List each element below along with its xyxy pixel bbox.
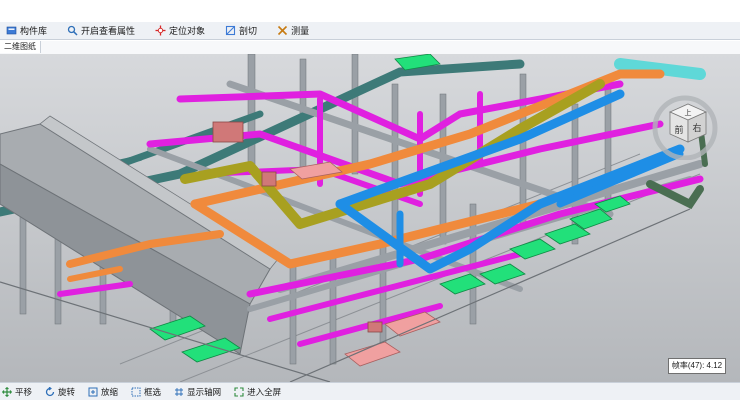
- pan-button[interactable]: 平移: [2, 386, 32, 398]
- locate-object-label: 定位对象: [169, 26, 206, 36]
- pan-label: 平移: [15, 386, 33, 397]
- rotate-icon: [45, 386, 55, 396]
- box-select-label: 框选: [144, 386, 162, 397]
- measure-label: 测量: [291, 26, 310, 36]
- top-toolbar: 构件库 开启查看属性 定位对象 剖切 测量: [0, 22, 740, 40]
- tab-2d-drawing[interactable]: 二维图纸: [0, 41, 41, 53]
- component-library-icon: [6, 26, 17, 35]
- component-library-label: 构件库: [20, 26, 48, 36]
- view-cube-top-label: 上: [685, 108, 692, 117]
- zoom-icon: [88, 387, 98, 396]
- fullscreen-button[interactable]: 进入全屏: [234, 386, 281, 398]
- tab-strip: 二维图纸: [0, 41, 740, 55]
- rotate-button[interactable]: 旋转: [45, 386, 75, 398]
- grid-axis-label: 显示轴网: [187, 386, 222, 397]
- component-library-button[interactable]: 构件库: [4, 23, 49, 39]
- grid-axis-icon: [175, 387, 184, 396]
- section-cut-label: 剖切: [239, 26, 258, 36]
- inspect-properties-button[interactable]: 开启查看属性: [65, 23, 137, 39]
- section-cut-icon: [225, 25, 236, 36]
- bottom-toolbar: 平移 旋转 放缩 框选 显示轴网 进入全屏: [0, 382, 740, 400]
- title-area: [0, 0, 740, 22]
- section-cut-button[interactable]: 剖切: [223, 23, 259, 39]
- inspect-properties-icon: [67, 25, 78, 36]
- box-select-button[interactable]: 框选: [131, 386, 161, 398]
- view-cube-right-label: 右: [692, 122, 701, 133]
- view-cube-front-label: 前: [674, 124, 683, 135]
- fps-readout: 帧率(47): 4.12: [668, 358, 726, 374]
- fullscreen-icon: [234, 386, 244, 397]
- locate-object-icon: [155, 25, 166, 36]
- model-viewport[interactable]: 上 前 右 帧率(47): 4.12: [0, 54, 740, 382]
- inspect-properties-label: 开启查看属性: [81, 26, 136, 36]
- zoom-button[interactable]: 放缩: [88, 386, 118, 398]
- rotate-label: 旋转: [58, 386, 76, 397]
- fullscreen-label: 进入全屏: [247, 386, 282, 397]
- pipe-model-scene[interactable]: [0, 54, 740, 382]
- measure-button[interactable]: 测量: [275, 23, 311, 39]
- pan-icon: [2, 386, 12, 397]
- locate-object-button[interactable]: 定位对象: [153, 23, 207, 39]
- measure-icon: [277, 25, 288, 36]
- grid-axis-button[interactable]: 显示轴网: [174, 386, 221, 398]
- zoom-label: 放缩: [101, 386, 119, 397]
- view-cube[interactable]: 上 前 右: [650, 90, 720, 160]
- box-select-icon: [131, 387, 141, 396]
